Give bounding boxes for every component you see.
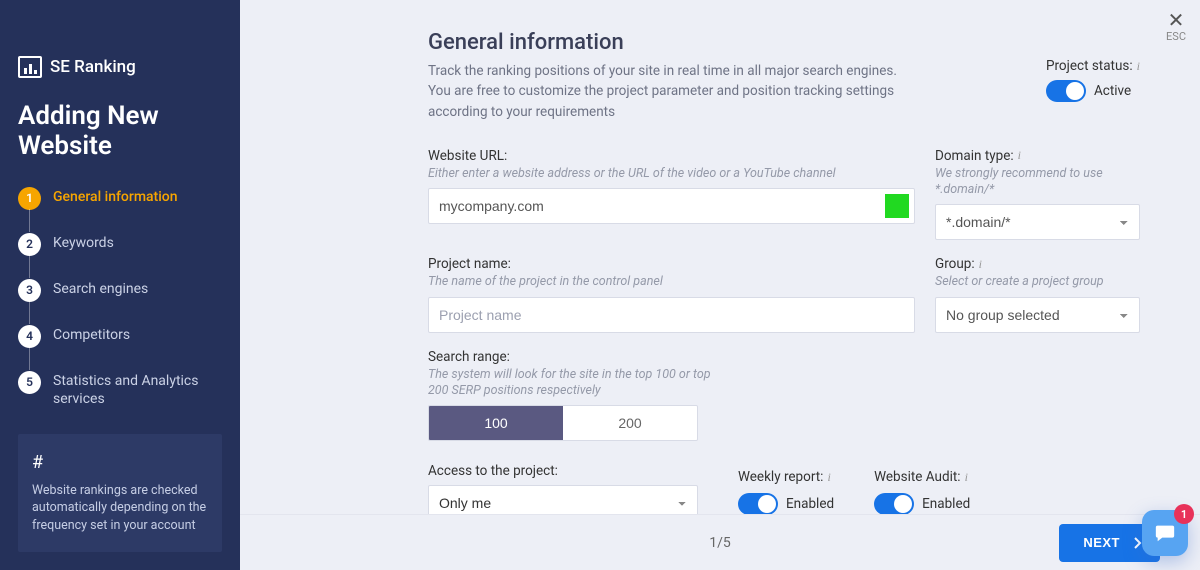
weekly-report-toggle[interactable] xyxy=(738,493,778,514)
url-label: Website URL: xyxy=(428,148,915,164)
step-label: Statistics and Analytics services xyxy=(53,370,222,408)
weekly-report-value: Enabled xyxy=(786,496,834,512)
chat-icon xyxy=(1154,522,1176,544)
wizard-steps: 1 General information 2 Keywords 3 Searc… xyxy=(18,186,222,408)
step-number: 4 xyxy=(18,325,41,348)
step-competitors[interactable]: 4 Competitors xyxy=(18,324,222,370)
project-name-hint: The name of the project in the control p… xyxy=(428,274,915,290)
group-hint: Select or create a project group xyxy=(935,274,1140,290)
field-project-name: Project name: The name of the project in… xyxy=(428,256,915,332)
status-value: Active xyxy=(1094,83,1131,99)
hash-icon: # xyxy=(32,450,208,475)
status-label: Project status: i xyxy=(1046,58,1140,74)
search-range-label: Search range: xyxy=(428,349,1140,365)
field-access: Access to the project: Only me Add accou… xyxy=(428,463,698,514)
pager: 1/5 xyxy=(709,535,731,551)
domain-type-label: Domain type: i xyxy=(935,148,1140,164)
header-text: General information Track the ranking po… xyxy=(428,30,908,122)
brand-logo-icon xyxy=(18,56,42,78)
step-keywords[interactable]: 2 Keywords xyxy=(18,232,222,278)
access-select[interactable]: Only me xyxy=(428,485,698,514)
step-label: Search engines xyxy=(53,278,148,298)
field-website-audit: Website Audit: i Enabled xyxy=(874,463,970,514)
chat-badge: 1 xyxy=(1174,504,1194,524)
row-project: Project name: The name of the project in… xyxy=(428,256,1140,332)
close-label: ESC xyxy=(1166,30,1186,43)
step-label: General information xyxy=(53,186,178,206)
wizard-footer: 1/5 NEXT xyxy=(240,514,1200,570)
tip-text: Website rankings are checked automatical… xyxy=(32,483,206,533)
step-search-engines[interactable]: 3 Search engines xyxy=(18,278,222,324)
field-weekly-report: Weekly report: i Enabled xyxy=(738,463,834,514)
search-range-200[interactable]: 200 xyxy=(563,406,697,440)
page-title: General information xyxy=(428,30,908,55)
field-website-url: Website URL: Either enter a website addr… xyxy=(428,148,915,241)
row-search-range: Search range: The system will look for t… xyxy=(428,349,1140,442)
main: ✕ ESC General information Track the rank… xyxy=(240,0,1200,570)
url-valid-icon xyxy=(885,194,909,218)
group-select[interactable]: No group selected xyxy=(935,297,1140,333)
domain-type-hint: We strongly recommend to use *.domain/* xyxy=(935,166,1140,199)
step-number: 5 xyxy=(18,371,41,394)
project-status: Project status: i Active xyxy=(1046,30,1140,102)
info-icon[interactable]: i xyxy=(1137,59,1140,74)
status-toggle-row: Active xyxy=(1046,80,1140,102)
group-label: Group: i xyxy=(935,256,1140,272)
info-icon[interactable]: i xyxy=(827,470,830,485)
sidebar: SE Ranking Adding New Website 1 General … xyxy=(0,0,240,570)
step-label: Keywords xyxy=(53,232,114,252)
step-label: Competitors xyxy=(53,324,130,344)
website-audit-label: Website Audit: i xyxy=(874,469,970,485)
search-range-segmented: 100 200 xyxy=(428,405,698,441)
next-label: NEXT xyxy=(1083,535,1120,550)
project-name-label: Project name: xyxy=(428,256,915,272)
url-input-wrap xyxy=(428,188,915,224)
row-url: Website URL: Either enter a website addr… xyxy=(428,148,1140,241)
info-icon[interactable]: i xyxy=(965,470,968,485)
step-statistics[interactable]: 5 Statistics and Analytics services xyxy=(18,370,222,408)
search-range-100[interactable]: 100 xyxy=(429,406,563,440)
row-access: Access to the project: Only me Add accou… xyxy=(428,463,1140,514)
info-icon[interactable]: i xyxy=(979,257,982,272)
domain-type-select[interactable]: *.domain/* xyxy=(935,204,1140,240)
step-general-information[interactable]: 1 General information xyxy=(18,186,222,232)
weekly-report-label: Weekly report: i xyxy=(738,469,834,485)
info-icon[interactable]: i xyxy=(1018,148,1021,163)
close-icon: ✕ xyxy=(1166,10,1186,30)
step-number: 2 xyxy=(18,233,41,256)
brand: SE Ranking xyxy=(18,56,222,78)
page-description: Track the ranking positions of your site… xyxy=(428,61,908,122)
tip-box: # Website rankings are checked automatic… xyxy=(18,434,222,552)
weekly-report-toggle-row: Enabled xyxy=(738,493,834,514)
brand-name: SE Ranking xyxy=(50,57,136,77)
project-name-input[interactable] xyxy=(428,297,915,333)
step-number: 3 xyxy=(18,279,41,302)
header-row: General information Track the ranking po… xyxy=(428,30,1140,122)
sidebar-title: Adding New Website xyxy=(18,102,222,162)
website-audit-toggle[interactable] xyxy=(874,493,914,514)
access-label: Access to the project: xyxy=(428,463,698,479)
step-number: 1 xyxy=(18,187,41,210)
search-range-hint: The system will look for the site in the… xyxy=(428,367,728,400)
content: General information Track the ranking po… xyxy=(240,0,1200,514)
field-group: Group: i Select or create a project grou… xyxy=(935,256,1140,332)
website-url-input[interactable] xyxy=(428,188,915,224)
close-button[interactable]: ✕ ESC xyxy=(1166,10,1186,43)
field-search-range: Search range: The system will look for t… xyxy=(428,349,1140,442)
chevron-right-icon xyxy=(1134,537,1142,549)
status-toggle[interactable] xyxy=(1046,80,1086,102)
url-hint: Either enter a website address or the UR… xyxy=(428,166,915,182)
chat-button[interactable]: 1 xyxy=(1142,510,1188,556)
field-domain-type: Domain type: i We strongly recommend to … xyxy=(935,148,1140,241)
website-audit-toggle-row: Enabled xyxy=(874,493,970,514)
website-audit-value: Enabled xyxy=(922,496,970,512)
